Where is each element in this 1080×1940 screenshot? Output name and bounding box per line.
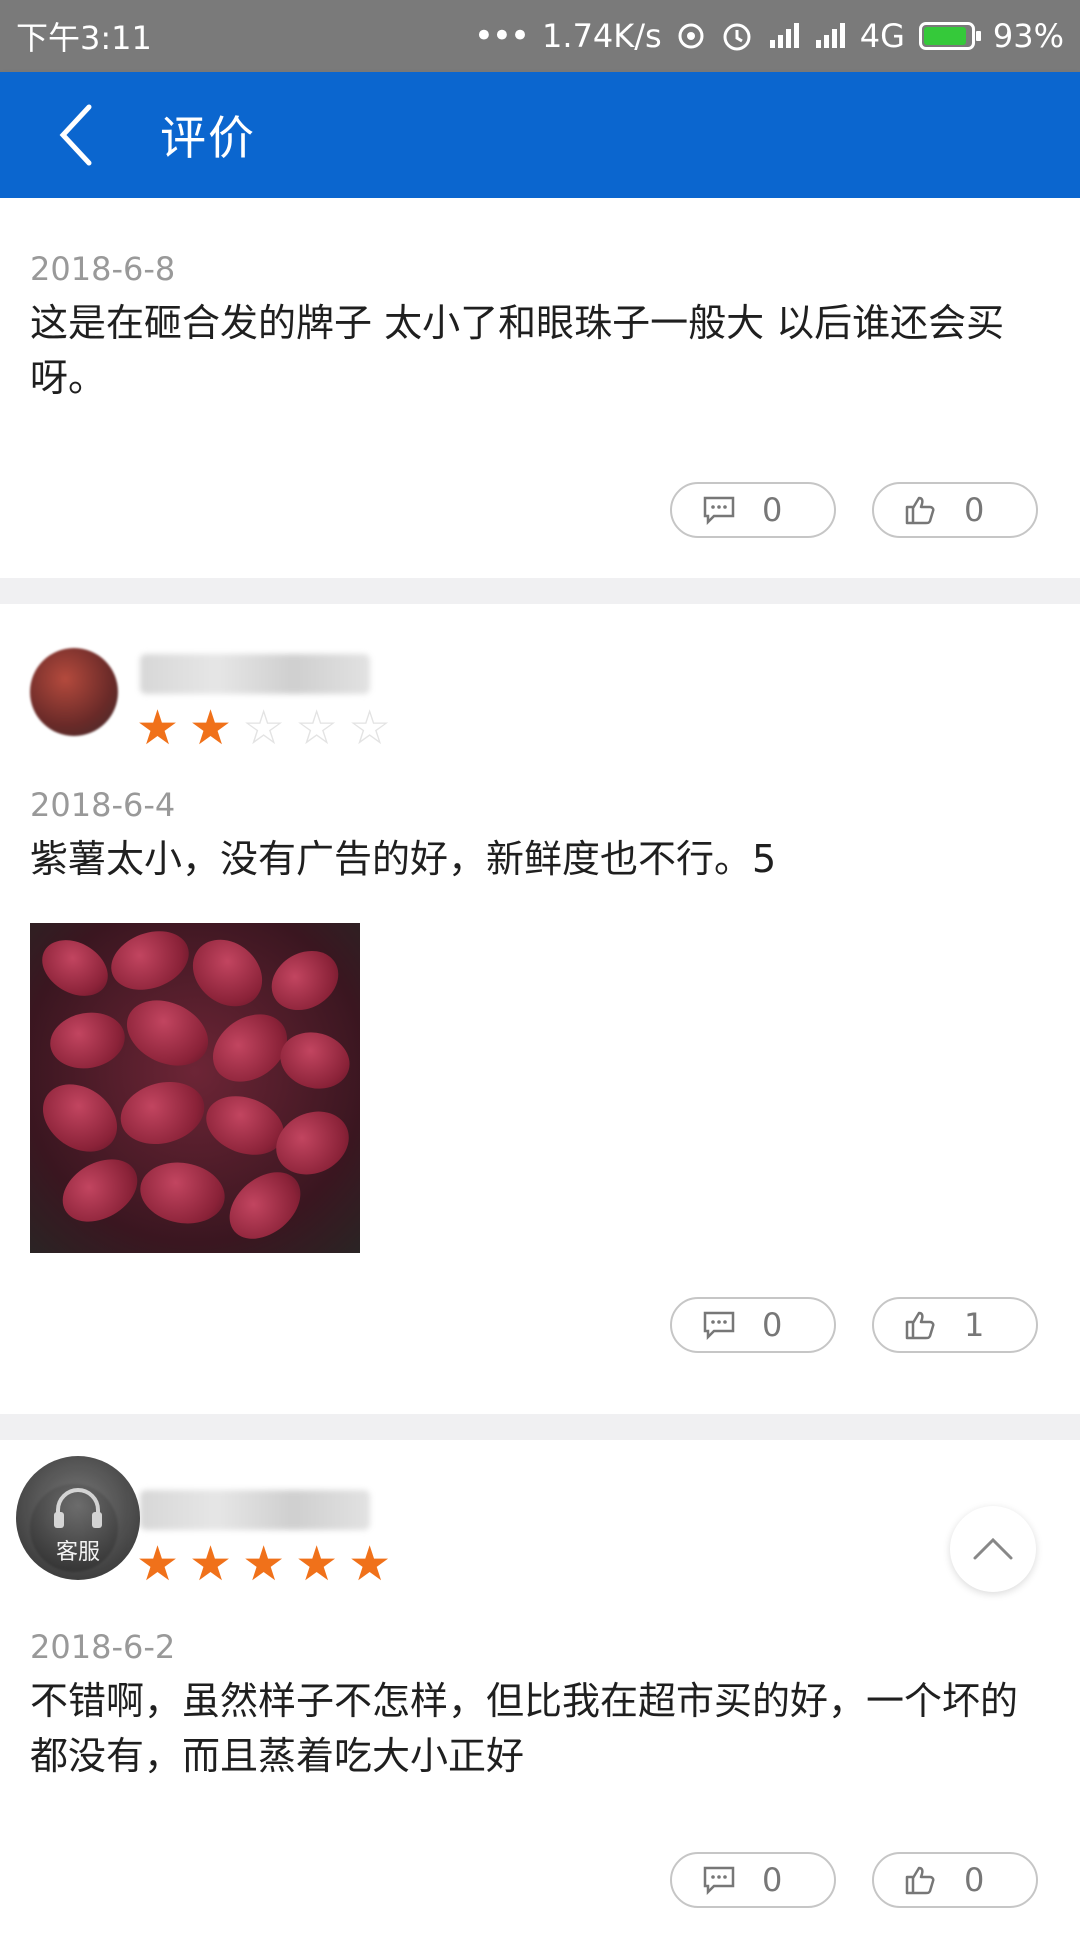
review-photo[interactable] bbox=[30, 923, 360, 1253]
battery-percent: 93% bbox=[992, 17, 1064, 55]
review-header: ★ ★ ☆ ☆ ☆ bbox=[0, 604, 1080, 754]
customer-service-button[interactable]: 客服 bbox=[16, 1456, 140, 1580]
avatar bbox=[30, 648, 118, 736]
page-title: 评价 bbox=[160, 111, 256, 165]
review-text: 紫薯太小，没有广告的好，新鲜度也不行。5 bbox=[30, 837, 777, 881]
like-button[interactable]: 0 bbox=[872, 482, 1038, 538]
rating-stars: ★ ★ ★ ★ ★ bbox=[136, 1540, 391, 1588]
star-filled-icon: ★ bbox=[136, 1536, 180, 1592]
review-header: ★ ★ ★ ★ ★ bbox=[0, 1440, 1080, 1590]
signal-icon bbox=[768, 22, 800, 50]
status-bar: 下午3:11 ••• 1.74K/s 4G 93% bbox=[0, 0, 1080, 72]
review-actions: 0 1 bbox=[0, 1297, 1080, 1353]
comment-count: 0 bbox=[762, 1861, 783, 1899]
review-item: ★ ★ ★ ★ ★ 2018-6-2 不错啊，虽然样子不怎样，但比我在超市买的好… bbox=[0, 1440, 1080, 1940]
like-button[interactable]: 1 bbox=[872, 1297, 1038, 1353]
like-button[interactable]: 0 bbox=[872, 1852, 1038, 1908]
customer-service-label: 客服 bbox=[55, 1540, 100, 1565]
status-icons: ••• 1.74K/s 4G 93% bbox=[474, 16, 1064, 56]
thumbs-up-icon bbox=[905, 1866, 935, 1895]
review-list[interactable]: 2018-6-8 这是在砸合发的牌子 太小了和眼珠子一般大 以后谁还会买呀。 0… bbox=[0, 198, 1080, 1940]
username-blurred bbox=[140, 1490, 370, 1530]
review-item: ★ ★ ☆ ☆ ☆ 2018-6-4 紫薯太小，没有广告的好，新鲜度也不行。5 bbox=[0, 604, 1080, 1414]
review-text: 不错啊，虽然样子不怎样，但比我在超市买的好，一个坏的都没有，而且蒸着吃大小正好 bbox=[30, 1679, 1019, 1778]
comment-button[interactable]: 0 bbox=[670, 1297, 836, 1353]
comment-icon bbox=[703, 496, 735, 525]
network-type: 4G bbox=[859, 17, 905, 55]
comment-button[interactable]: 0 bbox=[670, 1852, 836, 1908]
review-actions: 0 0 bbox=[0, 482, 1080, 538]
back-button[interactable] bbox=[30, 90, 120, 180]
review-actions: 0 0 bbox=[0, 1852, 1080, 1908]
star-filled-icon: ★ bbox=[348, 1536, 392, 1592]
comment-icon bbox=[703, 1311, 735, 1340]
star-empty-icon: ☆ bbox=[242, 700, 286, 756]
hotspot-icon bbox=[676, 21, 706, 51]
comment-icon bbox=[703, 1866, 735, 1895]
like-count: 1 bbox=[964, 1306, 985, 1344]
star-empty-icon: ☆ bbox=[295, 700, 339, 756]
headset-icon bbox=[54, 1488, 102, 1528]
battery-fill bbox=[923, 27, 967, 45]
rating-stars: ★ ★ ☆ ☆ ☆ bbox=[136, 704, 391, 752]
status-time: 下午3:11 bbox=[16, 19, 152, 57]
star-filled-icon: ★ bbox=[242, 1536, 286, 1592]
network-speed: 1.74K/s bbox=[542, 17, 662, 55]
star-filled-icon: ★ bbox=[295, 1536, 339, 1592]
comment-count: 0 bbox=[762, 1306, 783, 1344]
divider bbox=[0, 578, 1080, 604]
signal-icon bbox=[814, 22, 846, 50]
dots-icon: ••• bbox=[473, 16, 530, 56]
battery-icon bbox=[918, 22, 981, 50]
review-item: 2018-6-8 这是在砸合发的牌子 太小了和眼珠子一般大 以后谁还会买呀。 0… bbox=[0, 198, 1080, 578]
star-filled-icon: ★ bbox=[136, 700, 180, 756]
review-date: 2018-6-4 bbox=[30, 786, 176, 824]
username-blurred bbox=[140, 654, 370, 694]
thumbs-up-icon bbox=[905, 496, 935, 525]
scroll-top-button[interactable] bbox=[950, 1506, 1036, 1592]
star-filled-icon: ★ bbox=[189, 1536, 233, 1592]
comment-button[interactable]: 0 bbox=[670, 482, 836, 538]
thumbs-up-icon bbox=[905, 1311, 935, 1340]
app-bar: 评价 bbox=[0, 72, 1080, 198]
like-count: 0 bbox=[964, 1861, 985, 1899]
star-empty-icon: ☆ bbox=[348, 700, 392, 756]
like-count: 0 bbox=[964, 491, 985, 529]
review-text: 这是在砸合发的牌子 太小了和眼珠子一般大 以后谁还会买呀。 bbox=[30, 301, 1005, 400]
comment-count: 0 bbox=[762, 491, 783, 529]
review-date: 2018-6-2 bbox=[30, 1628, 176, 1666]
chevron-up-icon bbox=[973, 1537, 1013, 1560]
chevron-left-icon bbox=[59, 104, 92, 166]
star-filled-icon: ★ bbox=[189, 700, 233, 756]
divider bbox=[0, 1414, 1080, 1440]
alarm-icon bbox=[720, 19, 754, 53]
review-date: 2018-6-8 bbox=[30, 250, 176, 288]
